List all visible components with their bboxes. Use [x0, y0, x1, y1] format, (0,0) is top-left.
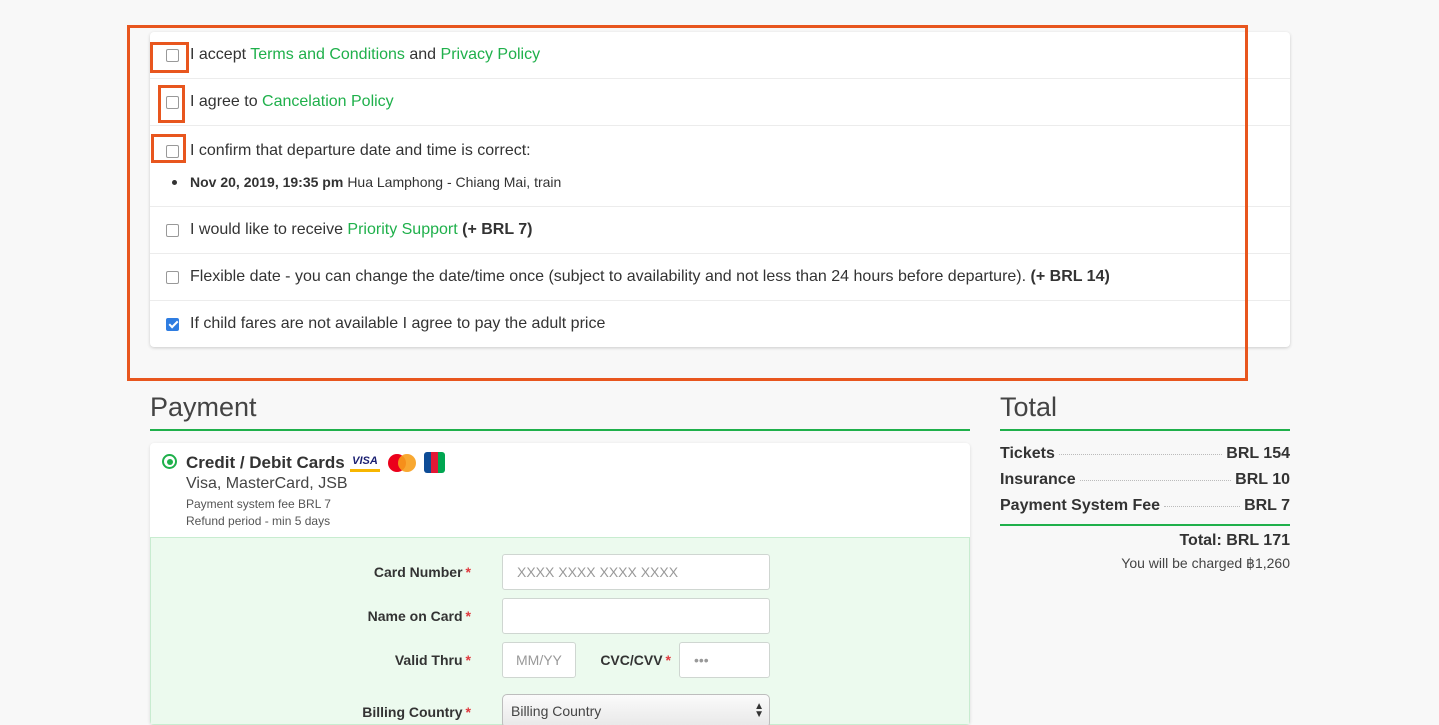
visa-logo: VISA [350, 453, 380, 472]
dotted-leader [1079, 480, 1232, 481]
required-mark: * [465, 704, 471, 720]
billing-country-label: Billing Country * [301, 704, 471, 720]
grand-total: Total: BRL 171 [1179, 532, 1290, 549]
method-networks: Visa, MasterCard, JSB [186, 475, 348, 492]
valid-label-text: Valid Thru [394, 652, 463, 668]
payment-card: Credit / Debit Cards VISA Visa, MasterCa… [150, 443, 970, 725]
valid-thru-placeholder: MM/YY [516, 652, 562, 668]
card-form: Card Number * XXXX XXXX XXXX XXXX Name on… [150, 537, 970, 725]
cvc-placeholder: ••• [694, 652, 709, 668]
method-fee: Payment system fee BRL 7 [186, 497, 331, 511]
name-on-card-input[interactable] [502, 598, 770, 634]
jcb-logo [424, 452, 445, 473]
card-logos: VISA [350, 452, 445, 473]
mastercard-logo [386, 453, 418, 473]
total-line-label: Payment System Fee [1000, 497, 1161, 514]
highlight-departure-checkbox [151, 134, 186, 163]
charged-amount: You will be charged ฿1,260 [1121, 555, 1290, 571]
cvc-label-text: CVC/CVV [600, 652, 663, 668]
billing-country-value: Billing Country [511, 703, 602, 719]
required-mark: * [465, 608, 471, 624]
highlight-terms-checkbox [150, 42, 189, 73]
dotted-leader [1058, 454, 1223, 455]
total-title: Total [1000, 392, 1290, 431]
billing-country-select[interactable]: Billing Country ▲ ▼ [502, 694, 770, 725]
visa-logo-text: VISA [352, 454, 378, 467]
dotted-leader [1164, 506, 1241, 507]
required-mark: * [465, 564, 471, 580]
total-line-tickets: Tickets BRL 154 [1000, 445, 1290, 463]
name-on-card-label: Name on Card * [301, 608, 471, 624]
cvc-input[interactable]: ••• [679, 642, 770, 678]
card-number-label-text: Card Number [373, 564, 463, 580]
card-radio[interactable] [162, 454, 177, 469]
total-divider [1000, 524, 1290, 526]
required-mark: * [465, 652, 471, 668]
payment-method-cards[interactable]: Credit / Debit Cards VISA Visa, MasterCa… [150, 443, 970, 537]
method-refund: Refund period - min 5 days [186, 514, 331, 528]
total-line-label: Tickets [1000, 445, 1055, 462]
method-name: Credit / Debit Cards [186, 453, 345, 472]
total-line-insurance: Insurance BRL 10 [1000, 471, 1290, 489]
highlight-agreements [127, 25, 1248, 381]
total-line-payment-fee: Payment System Fee BRL 7 [1000, 497, 1290, 515]
valid-thru-label: Valid Thru * [301, 652, 471, 668]
payment-title: Payment [150, 392, 970, 431]
name-label-text: Name on Card [367, 608, 463, 624]
valid-thru-input[interactable]: MM/YY [502, 642, 576, 678]
cvc-label: CVC/CVV * [581, 652, 671, 668]
total-line-value: BRL 7 [1244, 497, 1290, 514]
total-line-value: BRL 10 [1235, 471, 1290, 488]
total-line-value: BRL 154 [1226, 445, 1290, 462]
card-number-placeholder: XXXX XXXX XXXX XXXX [517, 564, 679, 580]
highlight-cancelation-checkbox [158, 85, 185, 123]
card-number-input[interactable]: XXXX XXXX XXXX XXXX [502, 554, 770, 590]
card-number-label: Card Number * [301, 564, 471, 580]
total-line-label: Insurance [1000, 471, 1076, 488]
select-arrows-icon: ▲ ▼ [754, 701, 764, 720]
country-label-text: Billing Country [362, 704, 463, 720]
required-mark: * [665, 652, 671, 668]
